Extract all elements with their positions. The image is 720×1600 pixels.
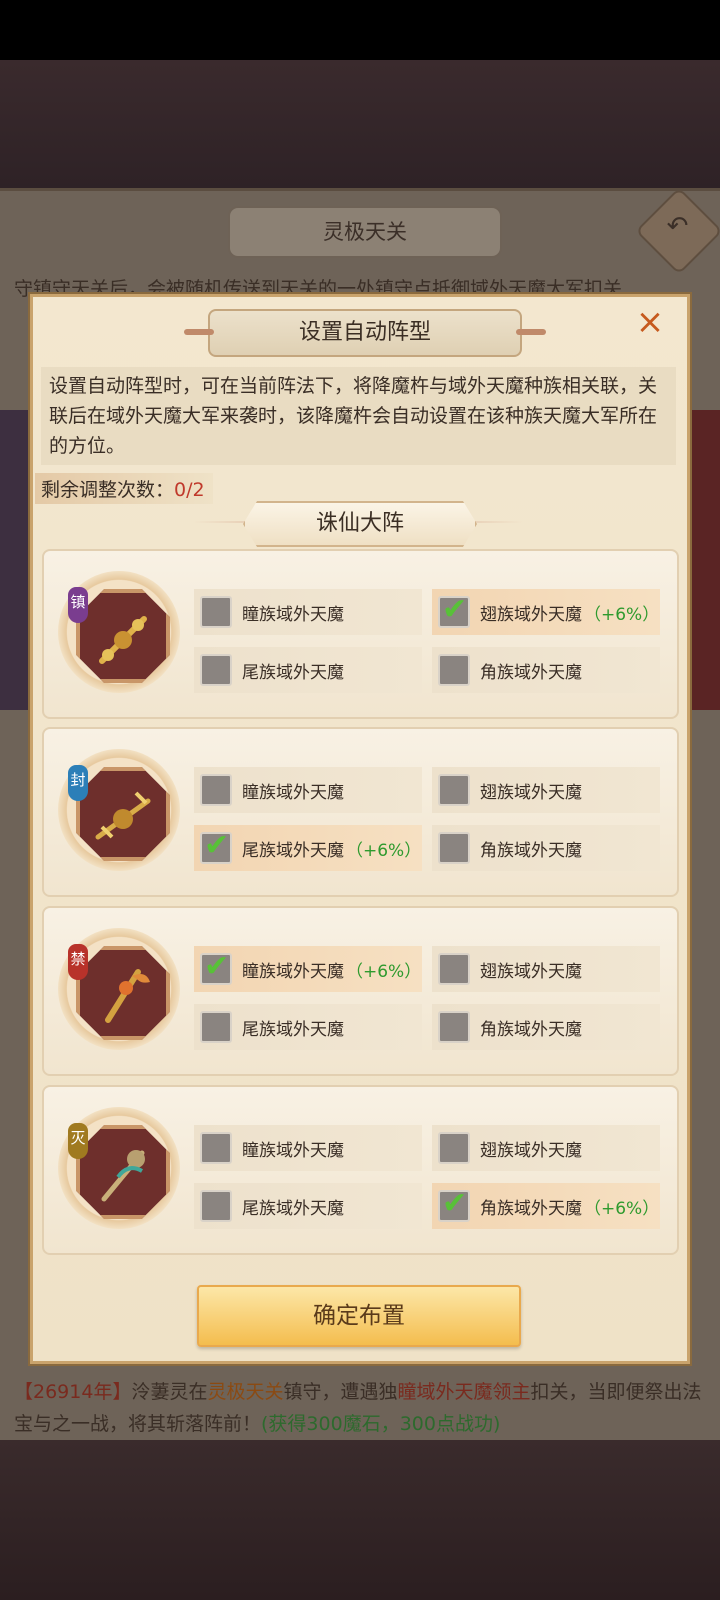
race-option[interactable]: 尾族域外天魔 bbox=[194, 647, 422, 693]
checked-checkbox[interactable] bbox=[438, 1186, 470, 1222]
background-title: 灵极天关 bbox=[323, 220, 407, 244]
pestle-emblem: 禁 bbox=[58, 928, 180, 1050]
demon-pestle-icon bbox=[95, 791, 151, 840]
race-label: 翅族域外天魔 bbox=[480, 782, 582, 803]
race-option[interactable]: 瞳族域外天魔（+6%） bbox=[194, 946, 422, 992]
race-option[interactable]: 翅族域外天魔 bbox=[432, 946, 660, 992]
remaining-adjustments: 剩余调整次数：0/2 bbox=[35, 473, 213, 504]
log-segment: (获得300魔石，300点战功) bbox=[261, 1413, 501, 1435]
checkbox[interactable] bbox=[438, 832, 470, 864]
pestle-row: 封 瞳族域外天魔 翅族域外天魔尾族域外天魔（+6%） 角族域外天魔 bbox=[42, 727, 679, 897]
checked-checkbox[interactable] bbox=[200, 949, 232, 985]
pestle-tag: 封 bbox=[68, 765, 88, 801]
pestle-emblem: 封 bbox=[58, 749, 180, 871]
race-label: 瞳族域外天魔 bbox=[242, 1140, 344, 1161]
race-option[interactable]: 尾族域外天魔（+6%） bbox=[194, 825, 422, 871]
race-option[interactable]: 角族域外天魔 bbox=[432, 825, 660, 871]
race-label: 角族域外天魔 bbox=[480, 1019, 582, 1040]
log-segment: 【26914年】 bbox=[14, 1381, 132, 1403]
pestle-frame bbox=[76, 589, 170, 683]
demon-pestle-icon bbox=[105, 969, 150, 1023]
race-label: 瞳族域外天魔 bbox=[242, 961, 344, 982]
log-segment: 泠萋灵在 bbox=[131, 1381, 208, 1403]
confirm-button[interactable]: 确定布置 bbox=[197, 1285, 521, 1347]
race-label: 翅族域外天魔 bbox=[480, 1140, 582, 1161]
race-option[interactable]: 翅族域外天魔（+6%） bbox=[432, 589, 660, 635]
pestle-frame bbox=[76, 767, 170, 861]
pestle-frame bbox=[76, 1125, 170, 1219]
demon-pestle-icon bbox=[99, 616, 147, 664]
pestle-tag: 灭 bbox=[68, 1123, 88, 1159]
bonus-label: （+6%） bbox=[584, 1198, 660, 1219]
race-label: 尾族域外天魔 bbox=[242, 1198, 344, 1219]
log-segment: 灵极天关 bbox=[207, 1381, 284, 1403]
checkbox[interactable] bbox=[438, 1011, 470, 1043]
remaining-label: 剩余调整次数： bbox=[41, 479, 175, 501]
back-arrow-icon: ↶ bbox=[666, 211, 689, 242]
checkbox[interactable] bbox=[438, 1132, 470, 1164]
race-option[interactable]: 尾族域外天魔 bbox=[194, 1183, 422, 1229]
race-option[interactable]: 角族域外天魔 bbox=[432, 647, 660, 693]
checkbox[interactable] bbox=[200, 1190, 232, 1222]
race-label: 尾族域外天魔 bbox=[242, 662, 344, 683]
scene-footer bbox=[0, 1440, 720, 1600]
race-label: 瞳族域外天魔 bbox=[242, 782, 344, 803]
log-segment: 镇守，遭遇独 bbox=[283, 1381, 398, 1403]
pestle-frame bbox=[76, 946, 170, 1040]
race-option[interactable]: 角族域外天魔 bbox=[432, 1004, 660, 1050]
bonus-label: （+6%） bbox=[346, 961, 422, 982]
race-option[interactable]: 翅族域外天魔 bbox=[432, 767, 660, 813]
race-option[interactable]: 角族域外天魔（+6%） bbox=[432, 1183, 660, 1229]
checkbox[interactable] bbox=[200, 1011, 232, 1043]
race-label: 尾族域外天魔 bbox=[242, 1019, 344, 1040]
dialog-title: 设置自动阵型 bbox=[184, 309, 546, 357]
formation-name: 诛仙大阵 bbox=[243, 501, 477, 547]
race-label: 角族域外天魔 bbox=[480, 1198, 582, 1219]
pestle-row: 禁 瞳族域外天魔（+6%） 翅族域外天魔尾族域外天魔 角族域外天魔 bbox=[42, 906, 679, 1076]
checkbox[interactable] bbox=[200, 774, 232, 806]
checked-checkbox[interactable] bbox=[438, 592, 470, 628]
race-label: 翅族域外天魔 bbox=[480, 961, 582, 982]
scene-header bbox=[0, 60, 720, 190]
checked-checkbox[interactable] bbox=[200, 828, 232, 864]
remaining-value: 0/2 bbox=[174, 479, 205, 501]
status-bar-area bbox=[0, 0, 720, 60]
right-scene-strip bbox=[686, 410, 720, 710]
pestle-emblem: 镇 bbox=[58, 571, 180, 693]
race-option[interactable]: 尾族域外天魔 bbox=[194, 1004, 422, 1050]
race-option[interactable]: 瞳族域外天魔 bbox=[194, 767, 422, 813]
race-label: 尾族域外天魔 bbox=[242, 840, 344, 861]
auto-formation-dialog: 设置自动阵型 × 设置自动阵型时，可在当前阵法下，将降魔杵与域外天魔种族相关联，… bbox=[30, 294, 690, 1364]
checkbox[interactable] bbox=[200, 654, 232, 686]
checkbox[interactable] bbox=[438, 774, 470, 806]
dialog-description: 设置自动阵型时，可在当前阵法下，将降魔杵与域外天魔种族相关联，关联后在域外天魔大… bbox=[41, 367, 676, 465]
pestle-row: 镇 瞳族域外天魔 翅族域外天魔（+6%） 尾族域外天魔 角族域外天魔 bbox=[42, 549, 679, 719]
bonus-label: （+6%） bbox=[346, 840, 422, 861]
checkbox[interactable] bbox=[200, 1132, 232, 1164]
race-label: 瞳族域外天魔 bbox=[242, 604, 344, 625]
race-label: 翅族域外天魔 bbox=[480, 604, 582, 625]
checkbox[interactable] bbox=[438, 953, 470, 985]
race-label: 角族域外天魔 bbox=[480, 840, 582, 861]
left-scene-strip bbox=[0, 410, 30, 710]
close-icon[interactable]: × bbox=[633, 305, 667, 339]
race-option[interactable]: 瞳族域外天魔 bbox=[194, 1125, 422, 1171]
battle-log: 【26914年】泠萋灵在灵极天关镇守，遭遇独瞳域外天魔领主扣关，当即便祭出法宝与… bbox=[14, 1376, 714, 1440]
checkbox[interactable] bbox=[200, 596, 232, 628]
log-segment: 瞳域外天魔领主 bbox=[397, 1381, 531, 1403]
demon-pestle-icon bbox=[101, 1150, 145, 1202]
pestle-tag: 禁 bbox=[68, 944, 88, 980]
checkbox[interactable] bbox=[438, 654, 470, 686]
race-option[interactable]: 瞳族域外天魔 bbox=[194, 589, 422, 635]
bonus-label: （+6%） bbox=[584, 604, 660, 625]
pestle-tag: 镇 bbox=[68, 587, 88, 623]
race-label: 角族域外天魔 bbox=[480, 662, 582, 683]
pestle-row: 灭 瞳族域外天魔 翅族域外天魔尾族域外天魔 角族域外天魔（+6%） bbox=[42, 1085, 679, 1255]
pestle-emblem: 灭 bbox=[58, 1107, 180, 1229]
background-title-plaque: 灵极天关 bbox=[228, 206, 502, 258]
race-option[interactable]: 翅族域外天魔 bbox=[432, 1125, 660, 1171]
